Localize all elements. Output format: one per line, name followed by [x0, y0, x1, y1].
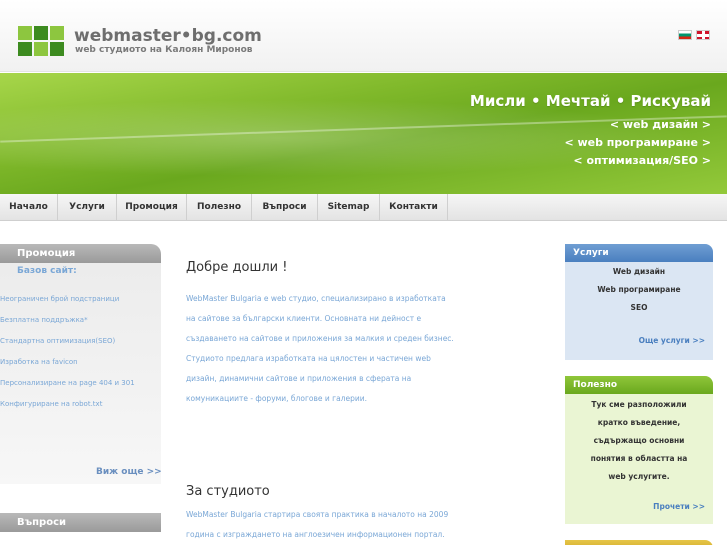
banner-tagline: Мисли • Мечтай • Рискувай — [469, 92, 711, 110]
about-text-line: WebMaster Bulgaria стартира своята практ… — [186, 510, 449, 519]
promo-item[interactable]: Конфигуриране на robot.txt — [0, 400, 102, 408]
nav-questions[interactable]: Въпроси — [252, 194, 318, 221]
services-more-link[interactable]: Още услуги >> — [639, 336, 705, 345]
promo-item[interactable]: Персонализиране на page 404 и 301 — [0, 379, 135, 387]
brand-title[interactable]: webmaster•bg.com — [74, 26, 262, 46]
promo-item[interactable]: Безплатна поддръжка* — [0, 316, 88, 324]
banner-link-web-design[interactable]: < web дизайн > — [610, 118, 711, 131]
next-box-header — [565, 540, 713, 545]
welcome-text-line: на сайтове за български клиенти. Основна… — [186, 314, 422, 323]
promo-subtitle: Базов сайт: — [17, 266, 77, 276]
service-item[interactable]: Web програмиране — [565, 285, 713, 294]
nav-home[interactable]: Начало — [0, 194, 58, 221]
brand-subtitle: web студиото на Калоян Миронов — [75, 45, 253, 55]
welcome-text-line: комуникациите - форуми, блогове и галери… — [186, 394, 367, 403]
welcome-text-line: създаването на сайтове и приложения за м… — [186, 334, 454, 343]
useful-text-line: Тук сме разположили — [591, 400, 687, 409]
about-text-line: година с изграждането на англоезичен инф… — [186, 530, 445, 539]
services-box: Услуги Web дизайн Web програмиране SEO О… — [565, 244, 713, 360]
about-heading: За студиото — [186, 484, 270, 499]
nav-contacts[interactable]: Контакти — [380, 194, 448, 221]
main-nav: Начало Услуги Промоция Полезно Въпроси S… — [0, 194, 727, 221]
promo-more-link[interactable]: Виж още >> — [96, 467, 162, 477]
promo-item[interactable]: Неограничен брой подстраници — [0, 295, 119, 303]
promo-title: Промоция — [0, 244, 161, 263]
promo-item[interactable]: Изработка на favicon — [0, 358, 78, 366]
english-flag-icon[interactable] — [696, 30, 710, 40]
useful-read-link[interactable]: Прочети >> — [653, 502, 705, 511]
nav-services[interactable]: Услуги — [58, 194, 117, 221]
useful-text-line: понятия в областта на — [590, 454, 688, 463]
banner-link-web-programming[interactable]: < web програмиране > — [564, 136, 711, 149]
welcome-text-line: дизайн, динамични сайтове и приложения в… — [186, 374, 412, 383]
services-title: Услуги — [565, 244, 713, 262]
questions-title: Въпроси — [0, 513, 161, 532]
service-item[interactable]: SEO — [565, 303, 713, 312]
service-item[interactable]: Web дизайн — [565, 267, 713, 276]
nav-sitemap[interactable]: Sitemap — [318, 194, 380, 221]
useful-box: Полезно Тук сме разположили кратко въвед… — [565, 376, 713, 524]
site-header: webmaster•bg.com web студиото на Калоян … — [0, 0, 727, 72]
useful-text-line: съдържащо основни — [593, 436, 685, 445]
useful-text-line: кратко въведение, — [597, 418, 681, 427]
welcome-text-line: WebMaster Bulgaria е web студио, специал… — [186, 294, 446, 303]
welcome-heading: Добре дошли ! — [186, 260, 288, 275]
useful-title: Полезно — [565, 376, 713, 394]
welcome-text-line: Студиото предлага изработката на цялосте… — [186, 354, 431, 363]
bulgarian-flag-icon[interactable] — [678, 30, 692, 40]
promo-item[interactable]: Стандартна оптимизация(SEO) — [0, 337, 115, 345]
nav-promo[interactable]: Промоция — [117, 194, 187, 221]
banner-link-seo[interactable]: < оптимизация/SEO > — [573, 154, 711, 167]
useful-text-line: web услугите. — [608, 472, 670, 481]
nav-useful[interactable]: Полезно — [187, 194, 252, 221]
logo-icon[interactable] — [18, 26, 64, 57]
